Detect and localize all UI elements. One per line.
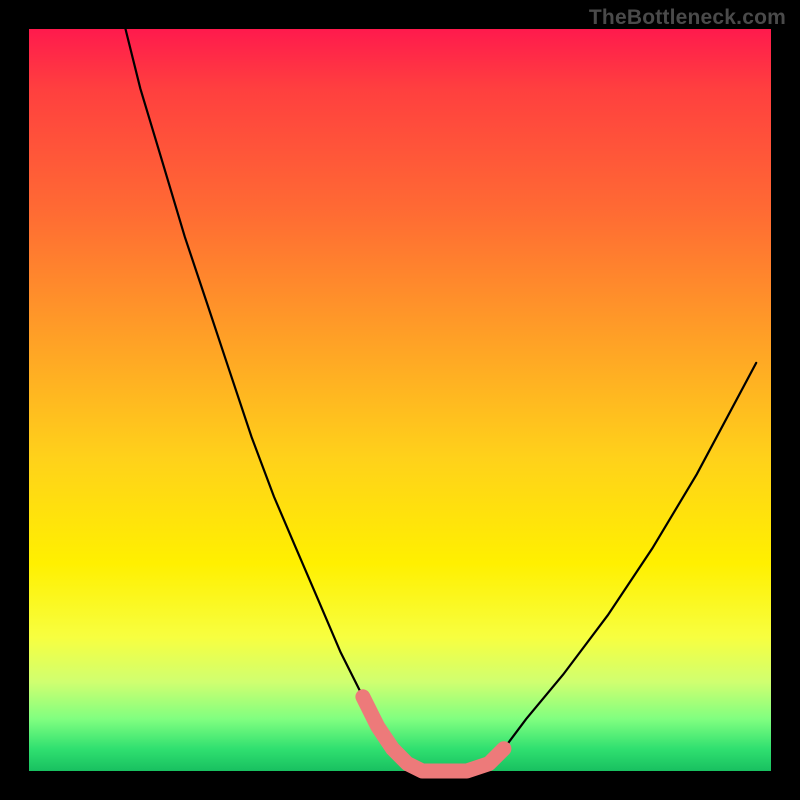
plot-area (29, 29, 771, 771)
optimal-range-highlight (363, 697, 504, 771)
watermark-text: TheBottleneck.com (589, 6, 786, 30)
curve-layer (29, 29, 771, 771)
bottleneck-curve (126, 29, 757, 771)
chart-frame: TheBottleneck.com (0, 0, 800, 800)
